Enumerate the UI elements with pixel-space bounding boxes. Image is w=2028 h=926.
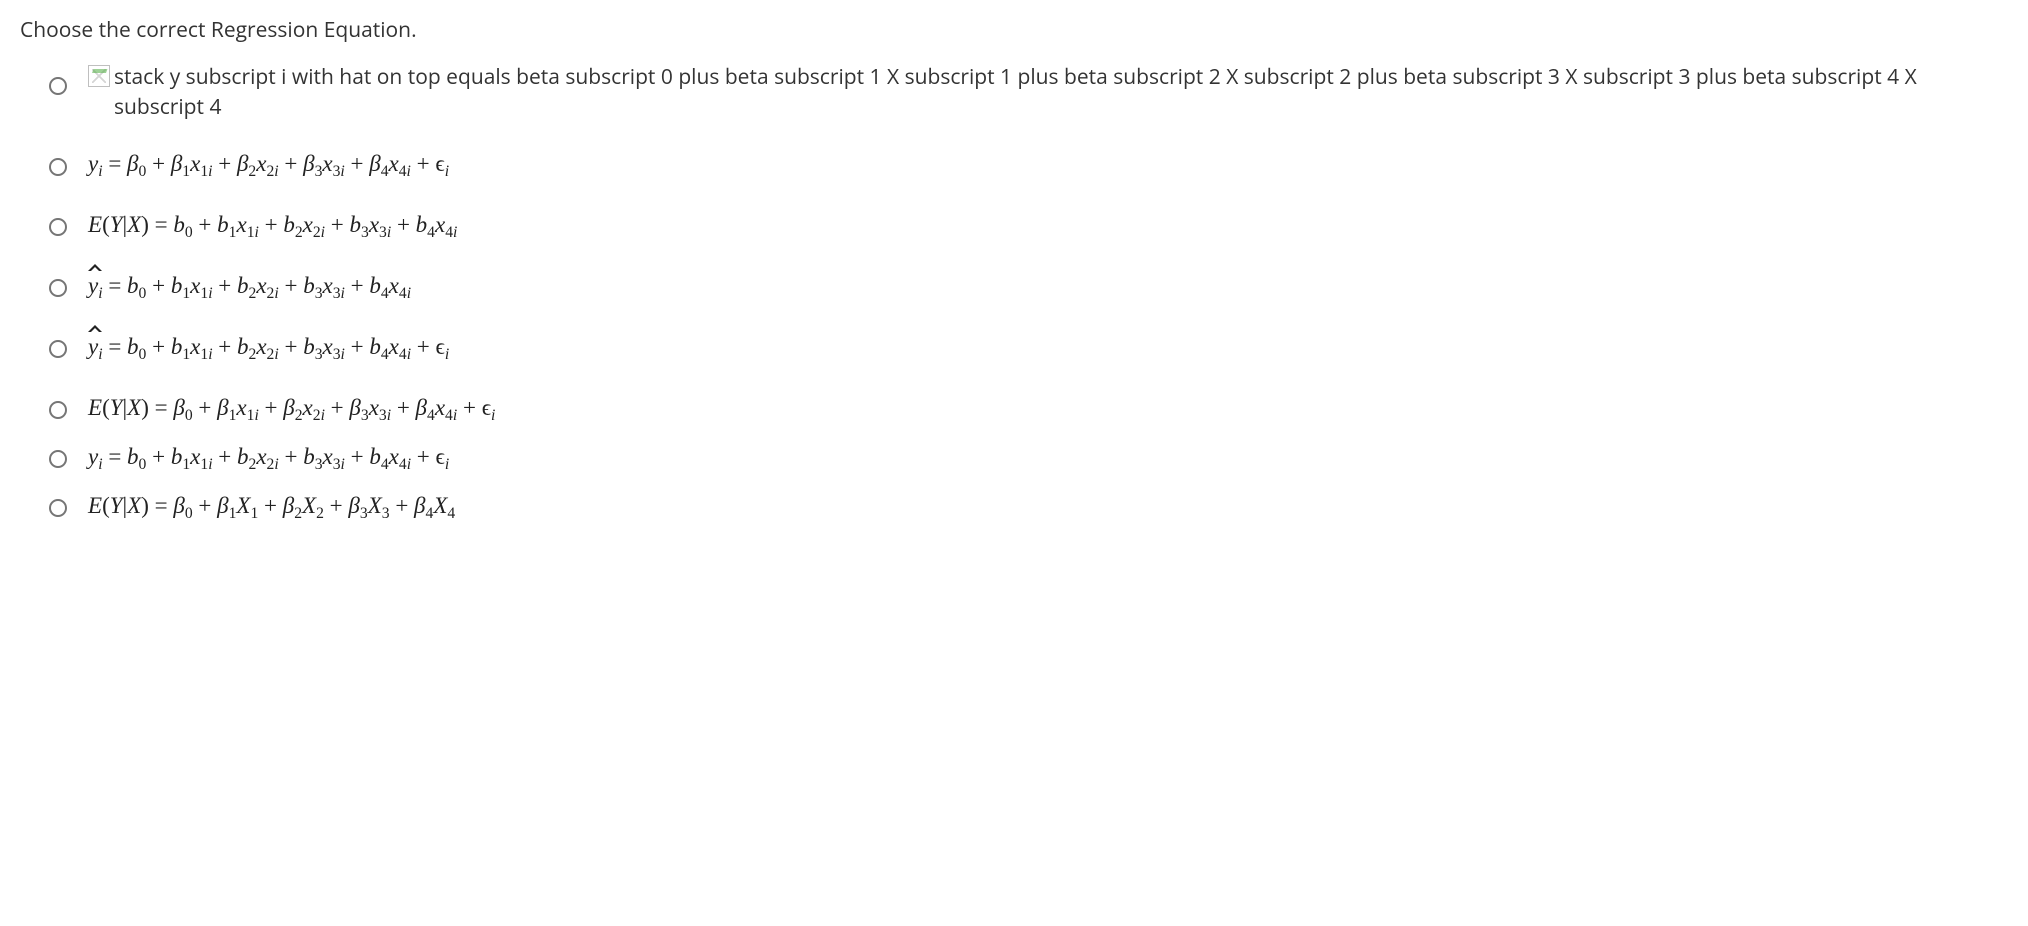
option-row: E(Y|X) = β0 + β1X1 + β2X2 + β3X3 + β4X4: [44, 490, 2008, 525]
radio-wrapper: [44, 332, 70, 361]
math-expression: E(Y|X) = b0 + b1x1i + b2x2i + b3x3i + b4…: [88, 212, 457, 237]
radio-wrapper: [44, 211, 70, 240]
radio-wrapper: [44, 69, 70, 98]
option-row: yi = b0 + b1x1i + b2x2i + b3x3i + b4x4i …: [44, 441, 2008, 476]
option-alttext: stack y subscript i with hat on top equa…: [88, 63, 2008, 122]
math-expression: E(Y|X) = β0 + β1X1 + β2X2 + β3X3 + β4X4: [88, 493, 455, 518]
question-page: Choose the correct Regression Equation. …: [0, 0, 2028, 578]
radio-wrapper: [44, 271, 70, 300]
option-alttext-text: stack y subscript i with hat on top equa…: [114, 63, 2008, 122]
option-row: E(Y|X) = β0 + β1x1i + β2x2i + β3x3i + β4…: [44, 392, 2008, 427]
option-radio[interactable]: [49, 401, 67, 419]
option-radio[interactable]: [49, 77, 67, 95]
option-equation: E(Y|X) = β0 + β1X1 + β2X2 + β3X3 + β4X4: [88, 490, 2008, 525]
math-expression: yi = β0 + β1x1i + β2x2i + β3x3i + β4x4i …: [88, 151, 449, 176]
radio-wrapper: [44, 491, 70, 520]
option-equation: E(Y|X) = β0 + β1x1i + β2x2i + β3x3i + β4…: [88, 392, 2008, 427]
option-row: stack y subscript i with hat on top equa…: [44, 63, 2008, 122]
option-equation: yi = β0 + β1x1i + β2x2i + β3x3i + β4x4i …: [88, 148, 2008, 183]
math-expression: yi = b0 + b1x1i + b2x2i + b3x3i + b4x4i …: [88, 444, 449, 469]
option-equation: E(Y|X) = b0 + b1x1i + b2x2i + b3x3i + b4…: [88, 209, 2008, 244]
option-row: yi = b0 + b1x1i + b2x2i + b3x3i + b4x4i: [44, 270, 2008, 305]
option-radio[interactable]: [49, 340, 67, 358]
math-expression: yi = b0 + b1x1i + b2x2i + b3x3i + b4x4i: [88, 273, 411, 298]
option-radio[interactable]: [49, 279, 67, 297]
option-equation: yi = b0 + b1x1i + b2x2i + b3x3i + b4x4i …: [88, 331, 2008, 366]
question-prompt: Choose the correct Regression Equation.: [20, 16, 2008, 45]
radio-wrapper: [44, 150, 70, 179]
broken-image-icon: [88, 65, 110, 87]
math-expression: E(Y|X) = β0 + β1x1i + β2x2i + β3x3i + β4…: [88, 395, 495, 420]
option-radio[interactable]: [49, 499, 67, 517]
option-radio[interactable]: [49, 450, 67, 468]
radio-wrapper: [44, 393, 70, 422]
option-radio[interactable]: [49, 218, 67, 236]
option-row: yi = β0 + β1x1i + β2x2i + β3x3i + β4x4i …: [44, 148, 2008, 183]
option-equation: yi = b0 + b1x1i + b2x2i + b3x3i + b4x4i: [88, 270, 2008, 305]
options-list: stack y subscript i with hat on top equa…: [44, 63, 2008, 524]
option-radio[interactable]: [49, 158, 67, 176]
radio-wrapper: [44, 442, 70, 471]
option-equation: yi = b0 + b1x1i + b2x2i + b3x3i + b4x4i …: [88, 441, 2008, 476]
option-row: E(Y|X) = b0 + b1x1i + b2x2i + b3x3i + b4…: [44, 209, 2008, 244]
math-expression: yi = b0 + b1x1i + b2x2i + b3x3i + b4x4i …: [88, 334, 449, 359]
option-row: yi = b0 + b1x1i + b2x2i + b3x3i + b4x4i …: [44, 331, 2008, 366]
